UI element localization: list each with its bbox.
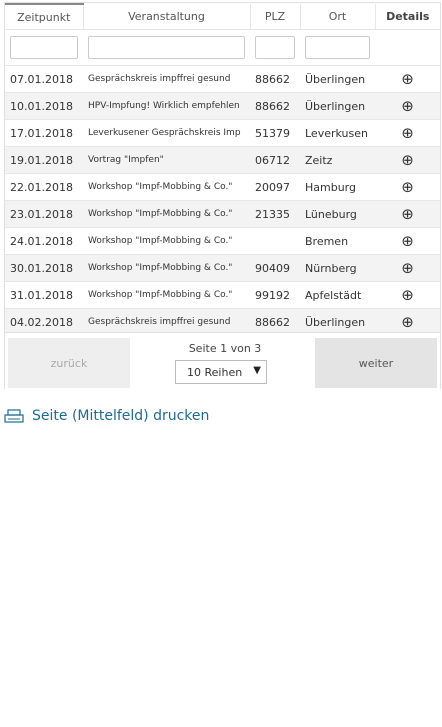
cell-plz: 51379	[250, 119, 300, 147]
cell-event: Workshop "Impf-Mobbing & Co."	[83, 254, 250, 282]
cell-event: Workshop "Impf-Mobbing & Co."	[83, 173, 250, 201]
cell-event: Workshop "Impf-Mobbing & Co."	[83, 281, 250, 309]
cell-event: Leverkusener Gesprächskreis Imp	[83, 119, 250, 147]
events-table-container: Zeitpunkt Veranstaltung PLZ Ort Details …	[4, 2, 441, 390]
cell-ort: Apfelstädt	[300, 281, 375, 309]
printer-icon	[4, 409, 24, 423]
cell-date: 23.01.2018	[5, 200, 83, 228]
circled-plus-icon[interactable]: ⊕	[375, 146, 440, 174]
table-row[interactable]: 30.01.2018 Workshop "Impf-Mobbing & Co." 9…	[5, 254, 440, 282]
circled-plus-icon[interactable]: ⊕	[375, 173, 440, 201]
header-zeitpunkt[interactable]: Zeitpunkt	[5, 3, 84, 30]
pagination: zurück Seite 1 von 3 10 Reihen ▼ weiter	[5, 332, 440, 390]
circled-plus-icon[interactable]: ⊕	[375, 227, 440, 255]
cell-ort: Hamburg	[300, 173, 375, 201]
cell-ort: Überlingen	[300, 65, 375, 93]
header-row: Zeitpunkt Veranstaltung PLZ Ort Details	[5, 3, 440, 30]
cell-date: 19.01.2018	[5, 146, 83, 174]
events-table: Zeitpunkt Veranstaltung PLZ Ort Details …	[5, 3, 440, 336]
next-page-button[interactable]: weiter	[315, 338, 437, 388]
page-info: Seite 1 von 3	[188, 342, 262, 355]
prev-page-button[interactable]: zurück	[8, 338, 130, 388]
cell-plz: 88662	[250, 92, 300, 120]
dropdown-arrow-icon: ▼	[253, 365, 261, 376]
print-link-label: Seite (Mittelfeld) drucken	[32, 408, 210, 424]
filter-zeitpunkt-input[interactable]	[10, 36, 78, 59]
print-page-link[interactable]: Seite (Mittelfeld) drucken	[4, 408, 209, 424]
table-row[interactable]: 24.01.2018 Workshop "Impf-Mobbing & Co." B…	[5, 227, 440, 255]
cell-ort: Nürnberg	[300, 254, 375, 282]
cell-ort: Bremen	[300, 227, 375, 255]
cell-plz: 90409	[250, 254, 300, 282]
filter-row	[5, 29, 440, 66]
circled-plus-icon[interactable]: ⊕	[375, 119, 440, 147]
table-row[interactable]: 23.01.2018 Workshop "Impf-Mobbing & Co." 2…	[5, 200, 440, 228]
cell-date: 10.01.2018	[5, 92, 83, 120]
table-row[interactable]: 07.01.2018 Gesprächskreis impffrei gesund…	[5, 65, 440, 93]
cell-ort: Lüneburg	[300, 200, 375, 228]
cell-event: Vortrag "Impfen"	[83, 146, 250, 174]
filter-plz-input[interactable]	[255, 36, 295, 59]
cell-plz: 20097	[250, 173, 300, 201]
filter-ort-input[interactable]	[305, 36, 370, 59]
cell-date: 07.01.2018	[5, 65, 83, 93]
filter-veranstaltung-input[interactable]	[88, 36, 245, 59]
header-veranstaltung[interactable]: Veranstaltung	[83, 4, 251, 30]
header-details: Details	[375, 4, 440, 30]
circled-plus-icon[interactable]: ⊕	[375, 281, 440, 309]
table-row[interactable]: 17.01.2018 Leverkusener Gesprächskreis Im…	[5, 119, 440, 147]
table-row[interactable]: 19.01.2018 Vortrag "Impfen" 06712 Zeitz ⊕	[5, 146, 440, 174]
rows-per-page-select[interactable]: 10 Reihen ▼	[175, 360, 267, 384]
header-ort[interactable]: Ort	[300, 4, 376, 30]
header-plz[interactable]: PLZ	[250, 4, 301, 30]
cell-event: Workshop "Impf-Mobbing & Co."	[83, 200, 250, 228]
rows-per-page-value: 10 Reihen	[187, 365, 243, 379]
cell-plz: 99192	[250, 281, 300, 309]
cell-ort: Zeitz	[300, 146, 375, 174]
table-row[interactable]: 31.01.2018 Workshop "Impf-Mobbing & Co." 9…	[5, 281, 440, 309]
cell-plz: 21335	[250, 200, 300, 228]
cell-plz	[250, 227, 300, 255]
cell-plz: 06712	[250, 146, 300, 174]
circled-plus-icon[interactable]: ⊕	[375, 200, 440, 228]
table-row[interactable]: 22.01.2018 Workshop "Impf-Mobbing & Co." 2…	[5, 173, 440, 201]
circled-plus-icon[interactable]: ⊕	[375, 92, 440, 120]
circled-plus-icon[interactable]: ⊕	[375, 254, 440, 282]
cell-event: Workshop "Impf-Mobbing & Co."	[83, 227, 250, 255]
cell-date: 24.01.2018	[5, 227, 83, 255]
table-row[interactable]: 10.01.2018 HPV-Impfung! Wirklich empfehle…	[5, 92, 440, 120]
cell-ort: Überlingen	[300, 92, 375, 120]
cell-date: 22.01.2018	[5, 173, 83, 201]
circled-plus-icon[interactable]: ⊕	[375, 65, 440, 93]
cell-event: Gesprächskreis impffrei gesund	[83, 65, 250, 93]
cell-event: HPV-Impfung! Wirklich empfehlen	[83, 92, 250, 120]
cell-ort: Leverkusen	[300, 119, 375, 147]
cell-date: 31.01.2018	[5, 281, 83, 309]
cell-plz: 88662	[250, 65, 300, 93]
cell-date: 17.01.2018	[5, 119, 83, 147]
cell-date: 30.01.2018	[5, 254, 83, 282]
